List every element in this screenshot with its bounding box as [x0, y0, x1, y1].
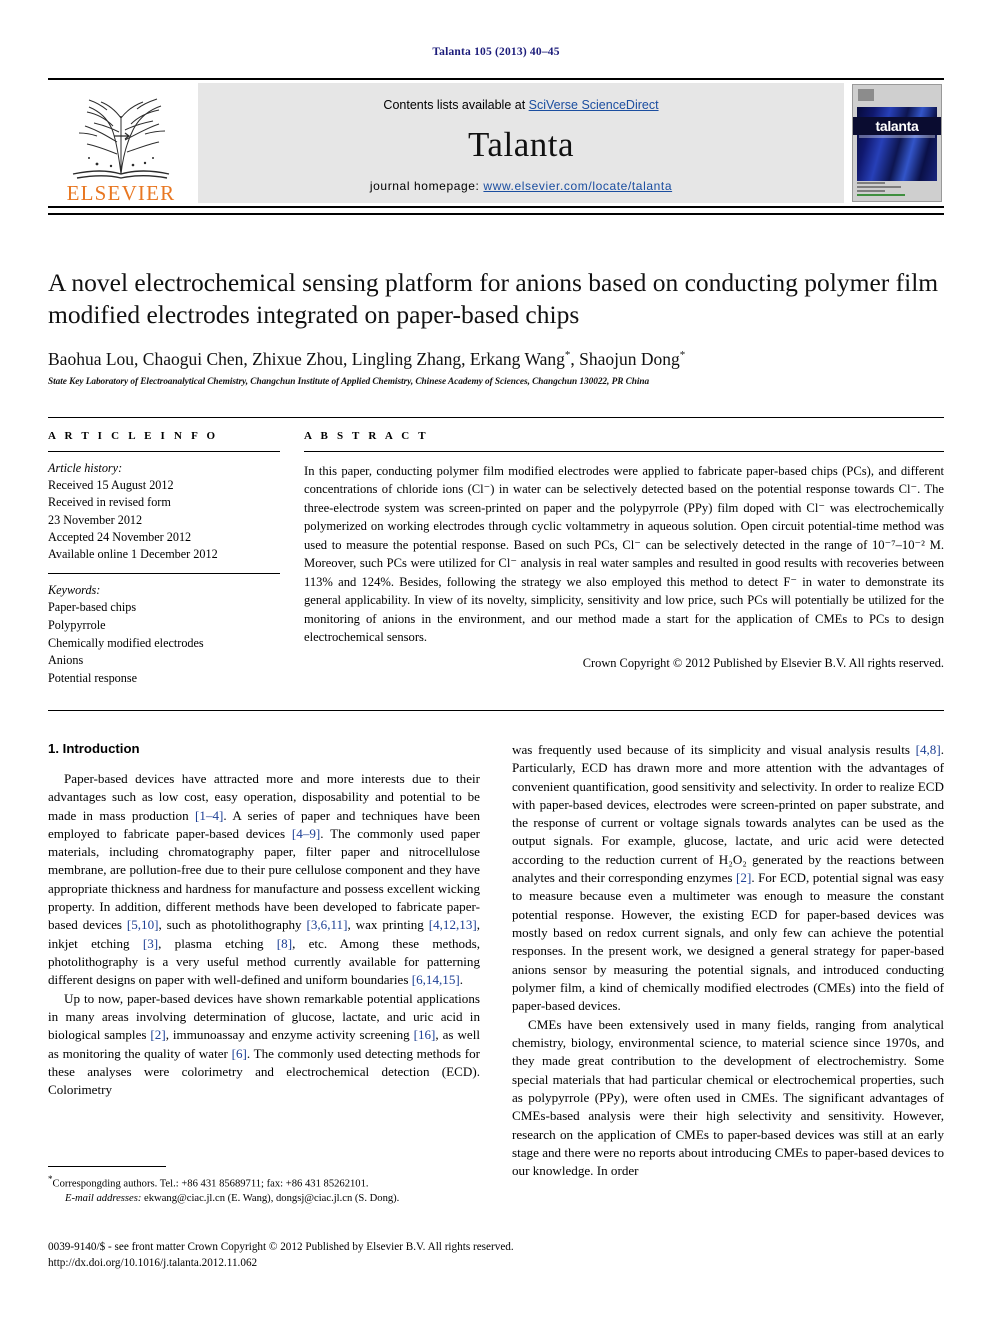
abstract-column: A B S T R A C T In this paper, conductin… [304, 418, 944, 688]
abstract-copyright: Crown Copyright © 2012 Published by Else… [582, 655, 944, 670]
issn-doi-block: 0039-9140/$ - see front matter Crown Cop… [48, 1240, 948, 1272]
journal-masthead: ELSEVIER Contents lists available at Sci… [48, 78, 944, 208]
body-column-left: 1. Introduction Paper-based devices have… [48, 741, 480, 1181]
cover-subtitle-bar [859, 135, 935, 138]
authors-main: Baohua Lou, Chaogui Chen, Zhixue Zhou, L… [48, 348, 565, 369]
journal-homepage-line: journal homepage: www.elsevier.com/locat… [370, 179, 672, 193]
doi-line[interactable]: http://dx.doi.org/10.1016/j.talanta.2012… [48, 1256, 948, 1272]
section-heading-introduction: 1. Introduction [48, 740, 140, 756]
body-paragraph: Paper-based devices have attracted more … [48, 770, 481, 988]
info-abstract-section: A R T I C L E I N F O Article history: R… [48, 416, 944, 688]
abstract-text: In this paper, conducting polymer film m… [304, 463, 944, 645]
running-head: Talanta 105 (2013) 40–45 [432, 46, 560, 58]
keyword-item: Paper-based chips [48, 600, 137, 615]
affiliation: State Key Laboratory of Electroanalytica… [48, 376, 650, 387]
article-page: Talanta 105 (2013) 40–45 ELSEVIER Conten… [0, 0, 992, 1323]
footnote-block: *Correspongding authors. Tel.: +86 431 8… [48, 1166, 478, 1206]
keywords-block: Keywords: Paper-based chips Polypyrrole … [48, 574, 280, 688]
keyword-item: Potential response [48, 671, 138, 686]
corresponding-author-note: *Correspongding authors. Tel.: +86 431 8… [48, 1173, 478, 1192]
authors-tail: , Shaojun Dong [570, 348, 680, 369]
cover-logo-block [858, 89, 874, 101]
body-paragraph: CMEs have been extensively used in many … [512, 1016, 944, 1179]
email-addresses: ekwang@ciac.jl.cn (E. Wang), dongsj@ciac… [141, 1192, 400, 1204]
journal-cover-thumbnail: talanta [852, 84, 942, 202]
elsevier-logo: ELSEVIER [48, 80, 194, 206]
body-paragraph: Up to now, paper-based devices have show… [48, 990, 481, 1098]
elsevier-tree-icon [72, 98, 170, 179]
article-history: Article history: Received 15 August 2012… [48, 460, 280, 573]
contents-available-line: Contents lists available at SciVerse Sci… [383, 98, 658, 112]
history-item: 23 November 2012 [48, 512, 143, 527]
cover-journal-title: talanta [853, 117, 941, 135]
body-columns: 1. Introduction Paper-based devices have… [48, 741, 944, 1181]
corresponding-author-text: Correspongding authors. Tel.: +86 431 85… [52, 1178, 369, 1190]
sciencedirect-link[interactable]: SciVerse ScienceDirect [529, 98, 659, 112]
elsevier-wordmark: ELSEVIER [66, 181, 176, 205]
homepage-prefix: journal homepage: [369, 178, 484, 193]
keywords-label: Keywords: [48, 582, 101, 597]
footnote-rule [48, 1166, 166, 1167]
title-block: A novel electrochemical sensing platform… [48, 267, 944, 387]
email-label: E-mail addresses: [65, 1192, 142, 1204]
article-title: A novel electrochemical sensing platform… [48, 268, 939, 330]
abstract-rule [304, 450, 944, 452]
author-list: Baohua Lou, Chaogui Chen, Zhixue Zhou, L… [48, 349, 944, 370]
keyword-item: Chemically modified electrodes [48, 635, 204, 650]
keyword-item: Polypyrrole [48, 618, 106, 633]
journal-title: Talanta [468, 124, 574, 164]
email-note: E-mail addresses: ekwang@ciac.jl.cn (E. … [48, 1192, 478, 1206]
cover-footer-lines [857, 182, 937, 198]
abstract-heading: A B S T R A C T [304, 429, 429, 442]
issn-line: 0039-9140/$ - see front matter Crown Cop… [48, 1241, 514, 1253]
article-info-heading: A R T I C L E I N F O [48, 429, 219, 442]
masthead-center: Contents lists available at SciVerse Sci… [198, 83, 844, 203]
history-item: Received 15 August 2012 [48, 478, 174, 493]
corresponding-marker-2: * [679, 348, 686, 361]
history-label: Article history: [48, 460, 123, 475]
history-item: Available online 1 December 2012 [48, 547, 218, 562]
body-top-rule [48, 709, 944, 711]
history-item: Received in revised form [48, 495, 171, 510]
article-info-column: A R T I C L E I N F O Article history: R… [48, 418, 280, 688]
history-item: Accepted 24 November 2012 [48, 530, 192, 545]
info-rule-top [48, 450, 280, 452]
body-column-right: was frequently used because of its simpl… [512, 741, 944, 1181]
keyword-item: Anions [48, 653, 84, 668]
masthead-bottom-rule [48, 213, 944, 215]
contents-prefix: Contents lists available at [383, 97, 529, 112]
journal-cover-cell: talanta [850, 80, 944, 206]
body-paragraph: was frequently used because of its simpl… [512, 741, 944, 1014]
journal-homepage-link[interactable]: www.elsevier.com/locate/talanta [483, 179, 672, 193]
